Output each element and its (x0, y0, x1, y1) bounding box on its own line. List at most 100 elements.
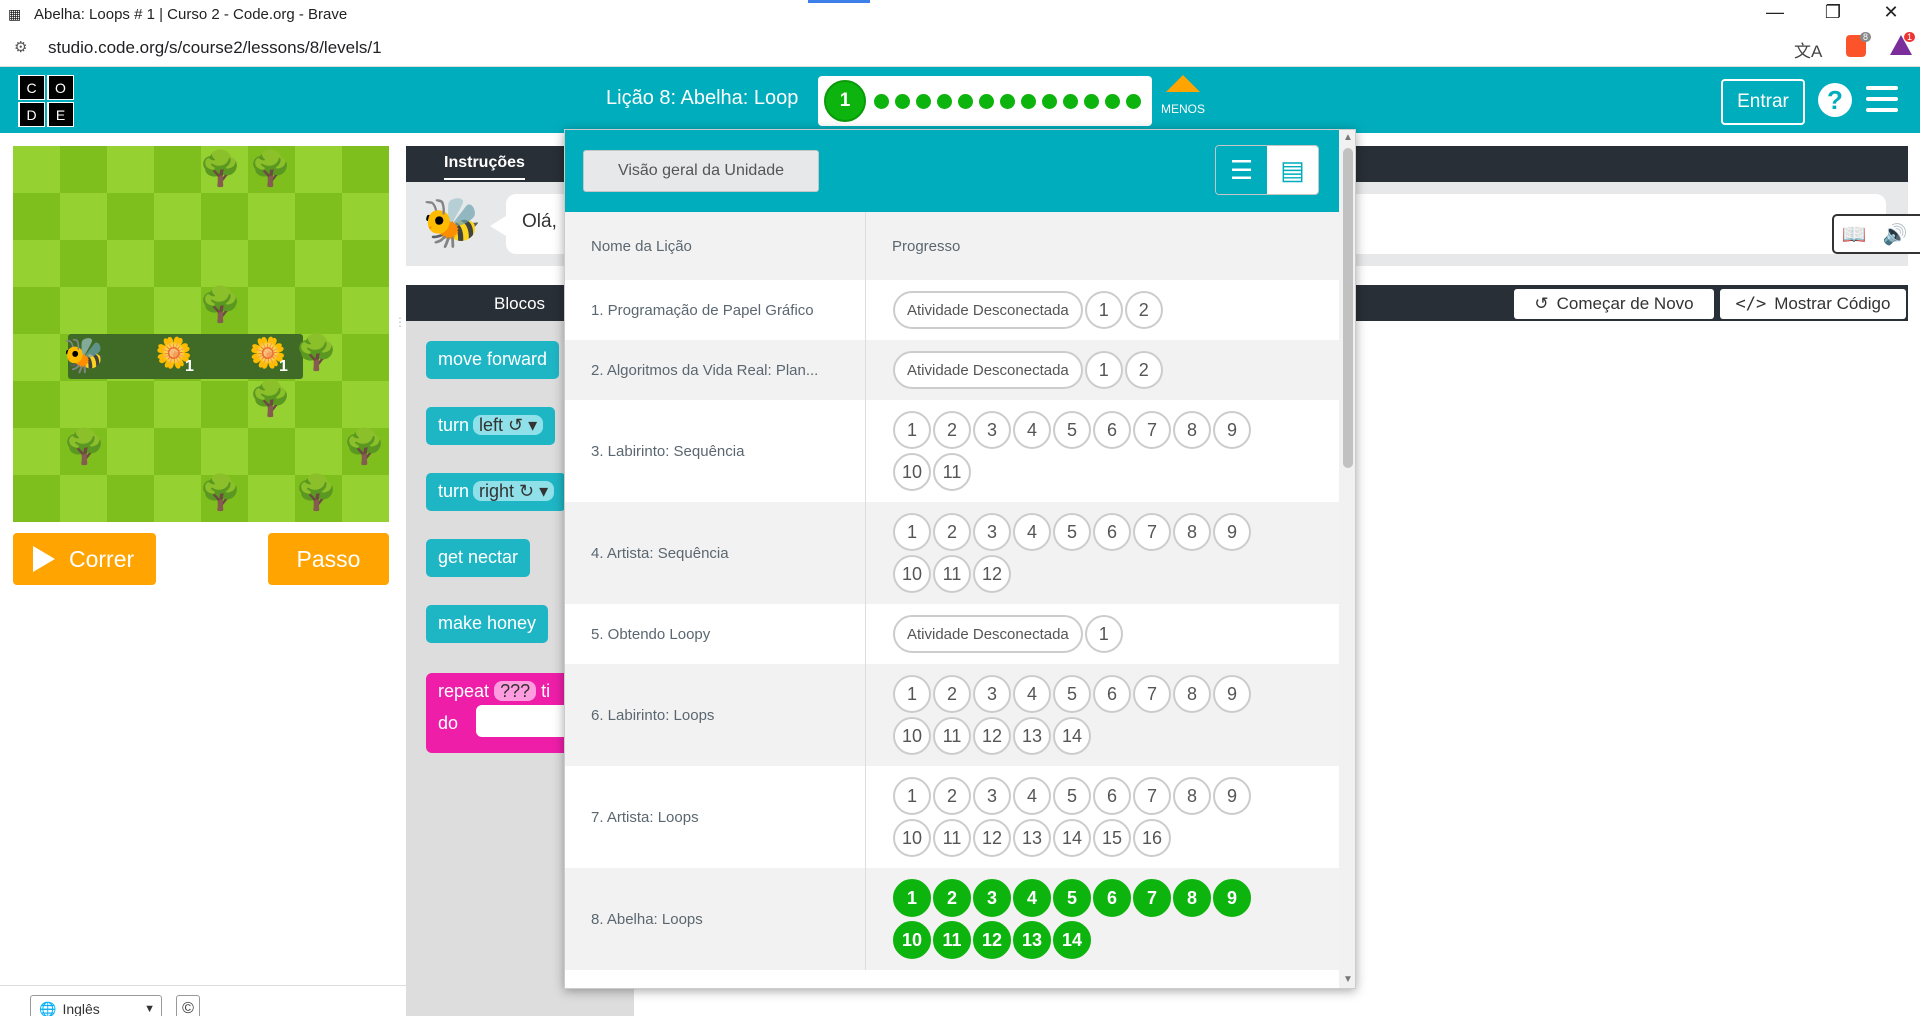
level-dot[interactable] (937, 93, 952, 109)
lesson-name[interactable]: 4. Artista: Sequência (565, 502, 866, 604)
level-bubble[interactable]: 1 (893, 411, 931, 449)
level-bubble[interactable]: 2 (933, 513, 971, 551)
level-dot[interactable] (1063, 93, 1078, 109)
unplugged-activity-pill[interactable]: Atividade Desconectada (893, 615, 1083, 653)
level-bubble[interactable]: 2 (1124, 351, 1163, 389)
level-dot[interactable] (1126, 93, 1141, 109)
level-bubble[interactable]: 6 (1093, 777, 1131, 815)
level-bubble[interactable]: 5 (1053, 777, 1091, 815)
level-dot[interactable] (979, 93, 994, 109)
tab-instructions[interactable]: Instruções (444, 154, 525, 180)
summary-view-icon[interactable]: ▤ (1267, 146, 1318, 194)
level-bubble[interactable]: 10 (893, 717, 931, 755)
volume-icon[interactable]: 🔊 (1875, 222, 1916, 247)
level-bubble[interactable]: 4 (1013, 879, 1051, 917)
close-icon[interactable]: ✕ (1876, 2, 1906, 23)
lesson-name[interactable]: 8. Abelha: Loops (565, 868, 866, 970)
address-bar[interactable]: ⚙ studio.code.org/s/course2/lessons/8/le… (0, 29, 1920, 67)
level-dot[interactable] (916, 93, 931, 109)
level-bubble[interactable]: 7 (1133, 675, 1171, 713)
step-button[interactable]: Passo (268, 533, 389, 585)
level-bubble[interactable]: 2 (1124, 291, 1163, 329)
lesson-name[interactable]: 6. Labirinto: Loops (565, 664, 866, 766)
level-bubble[interactable]: 5 (1053, 513, 1091, 551)
level-bubble[interactable]: 1 (893, 513, 931, 551)
level-bubble[interactable]: 8 (1173, 411, 1211, 449)
block-turn-right[interactable]: turn right ↻ ▾ (426, 473, 567, 511)
repeat-count-field[interactable]: ??? (494, 681, 537, 701)
level-bubble[interactable]: 6 (1093, 411, 1131, 449)
level-bubble[interactable]: 8 (1173, 777, 1211, 815)
scroll-thumb[interactable] (1343, 148, 1353, 468)
level-bubble[interactable]: 9 (1213, 675, 1251, 713)
level-bubble[interactable]: 9 (1213, 411, 1251, 449)
level-bubble[interactable]: 10 (893, 921, 931, 959)
level-bubble[interactable]: 12 (973, 921, 1011, 959)
level-bubble[interactable]: 1 (1084, 351, 1123, 389)
direction-dropdown[interactable]: right ↻ ▾ (473, 481, 555, 501)
scroll-up-icon[interactable]: ▲ (1343, 132, 1353, 143)
unplugged-activity-pill[interactable]: Atividade Desconectada (893, 291, 1083, 329)
level-bubble[interactable]: 3 (973, 675, 1011, 713)
level-dot[interactable] (1105, 93, 1120, 109)
current-level-bubble[interactable]: 1 (824, 80, 866, 122)
level-dot[interactable] (958, 93, 973, 109)
level-bubble[interactable]: 5 (1053, 411, 1091, 449)
level-bubble[interactable]: 9 (1213, 513, 1251, 551)
level-bubble[interactable]: 7 (1133, 879, 1171, 917)
sign-in-button[interactable]: Entrar (1721, 79, 1805, 125)
level-bubble[interactable]: 13 (1013, 921, 1051, 959)
level-bubble[interactable]: 9 (1213, 879, 1251, 917)
lesson-name[interactable]: 3. Labirinto: Sequência (565, 400, 866, 502)
lesson-name[interactable]: 7. Artista: Loops (565, 766, 866, 868)
level-bubble[interactable]: 6 (1093, 513, 1131, 551)
level-bubble[interactable]: 7 (1133, 513, 1171, 551)
block-get-nectar[interactable]: get nectar (426, 539, 531, 577)
unplugged-activity-pill[interactable]: Atividade Desconectada (893, 351, 1083, 389)
lesson-title[interactable]: Lição 8: Abelha: Loop (606, 87, 798, 110)
level-bubble[interactable]: 5 (1053, 675, 1091, 713)
level-bubble[interactable]: 1 (1084, 615, 1123, 653)
level-dot[interactable] (1084, 93, 1099, 109)
translate-icon[interactable]: 文A (1794, 37, 1822, 62)
level-bubble[interactable]: 11 (933, 819, 971, 857)
level-bubble[interactable]: 4 (1013, 777, 1051, 815)
level-bubble[interactable]: 14 (1053, 921, 1091, 959)
start-over-button[interactable]: ↺ Começar de Novo (1514, 289, 1714, 319)
level-bubble[interactable]: 6 (1093, 675, 1131, 713)
level-progress-bar[interactable]: 1 (818, 76, 1152, 126)
level-bubble[interactable]: 8 (1173, 513, 1211, 551)
view-toggle[interactable]: ☰ ▤ (1215, 145, 1319, 195)
show-code-button[interactable]: </> Mostrar Código (1720, 289, 1906, 319)
level-bubble[interactable]: 1 (893, 675, 931, 713)
list-view-icon[interactable]: ☰ (1216, 146, 1267, 194)
play-audio-icon[interactable]: ▶ (1915, 222, 1920, 247)
level-bubble[interactable]: 1 (893, 777, 931, 815)
level-bubble[interactable]: 7 (1133, 411, 1171, 449)
level-bubble[interactable]: 10 (893, 555, 931, 593)
block-make-honey[interactable]: make honey (426, 605, 549, 643)
level-dot[interactable] (1042, 93, 1057, 109)
level-bubble[interactable]: 9 (1213, 777, 1251, 815)
level-dot[interactable] (895, 93, 910, 109)
level-bubble[interactable]: 3 (973, 879, 1011, 917)
level-bubble[interactable]: 10 (893, 819, 931, 857)
level-bubble[interactable]: 11 (933, 555, 971, 593)
run-button[interactable]: Correr (13, 533, 156, 585)
help-icon[interactable]: ? (1818, 83, 1852, 117)
level-bubble[interactable]: 11 (933, 921, 971, 959)
lesson-name[interactable]: 2. Algoritmos da Vida Real: Plan... (565, 340, 866, 400)
site-settings-icon[interactable]: ⚙ (14, 38, 27, 56)
level-bubble[interactable]: 4 (1013, 513, 1051, 551)
level-dot[interactable] (1021, 93, 1036, 109)
direction-dropdown[interactable]: left ↺ ▾ (473, 415, 544, 435)
level-bubble[interactable]: 4 (1013, 411, 1051, 449)
level-bubble[interactable]: 13 (1013, 717, 1051, 755)
level-bubble[interactable]: 5 (1053, 879, 1091, 917)
level-bubble[interactable]: 14 (1053, 819, 1091, 857)
block-turn-left[interactable]: turn left ↺ ▾ (426, 407, 556, 445)
level-bubble[interactable]: 12 (973, 555, 1011, 593)
unit-overview-button[interactable]: Visão geral da Unidade (583, 150, 819, 192)
lesson-name[interactable]: 5. Obtendo Loopy (565, 604, 866, 664)
scroll-down-icon[interactable]: ▼ (1343, 974, 1353, 985)
